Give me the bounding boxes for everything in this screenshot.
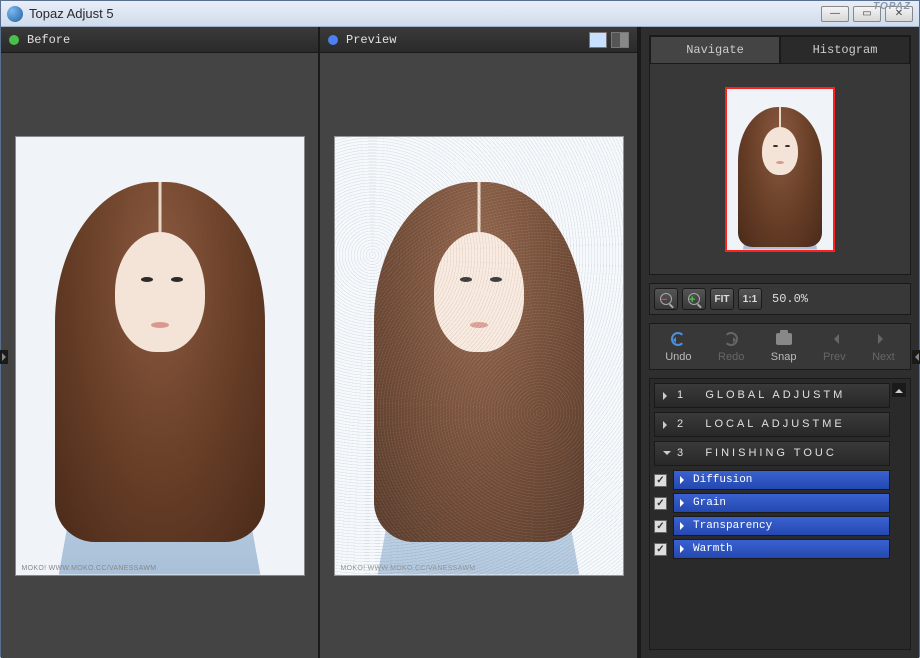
tab-navigate[interactable]: Navigate <box>650 36 780 64</box>
chevron-down-icon <box>663 451 671 459</box>
prev-button[interactable]: Prev <box>823 330 846 363</box>
zoom-level: 50.0% <box>772 292 808 306</box>
subitem-warmth: ✓ Warmth <box>654 539 890 559</box>
checkbox-warmth[interactable]: ✓ <box>654 543 667 556</box>
before-image: MOKO! WWW.MOKO.CC/VANESSAWM <box>15 136 305 576</box>
subitem-grain: ✓ Grain <box>654 493 890 513</box>
tab-histogram[interactable]: Histogram <box>780 36 910 64</box>
chevron-right-icon <box>680 476 688 484</box>
expand-right-icon[interactable] <box>912 350 920 364</box>
watermark: MOKO! WWW.MOKO.CC/VANESSAWM <box>341 565 476 572</box>
zoom-actual-button[interactable]: 1:1 <box>738 288 762 310</box>
undo-icon <box>671 332 685 346</box>
next-button[interactable]: Next <box>872 330 895 363</box>
minimize-button[interactable]: — <box>821 6 849 22</box>
checkbox-transparency[interactable]: ✓ <box>654 520 667 533</box>
subbar-transparency[interactable]: Transparency <box>673 516 890 536</box>
status-dot-icon <box>9 35 19 45</box>
checkbox-diffusion[interactable]: ✓ <box>654 474 667 487</box>
before-viewport[interactable]: MOKO! WWW.MOKO.CC/VANESSAWM <box>1 53 318 658</box>
preview-header: Preview <box>320 27 637 53</box>
app-body: Before MOKO! WWW.MOKO.CC/VANESSAWM Previ… <box>1 27 919 658</box>
chevron-right-icon <box>680 522 688 530</box>
navigator-preview[interactable] <box>650 64 910 274</box>
before-header: Before <box>1 27 318 53</box>
zoom-toolbar: − + FIT 1:1 50.0% <box>649 283 911 315</box>
undo-button[interactable]: Undo <box>665 330 691 363</box>
sidebar: TOPAZ Navigate Histogram − + FIT 1:1 <box>639 27 919 658</box>
app-title: Topaz Adjust 5 <box>29 6 114 21</box>
subbar-diffusion[interactable]: Diffusion <box>673 470 890 490</box>
chevron-right-icon <box>680 545 688 553</box>
subitem-transparency: ✓ Transparency <box>654 516 890 536</box>
before-label: Before <box>27 33 70 47</box>
app-window: Topaz Adjust 5 — ▭ ✕ Before MOKO! WWW.MO… <box>0 0 920 657</box>
section-global[interactable]: 1 GLOBAL ADJUSTM <box>654 383 890 408</box>
section-finishing[interactable]: 3 FINISHING TOUC <box>654 441 890 466</box>
watermark: MOKO! WWW.MOKO.CC/VANESSAWM <box>22 565 157 572</box>
camera-icon <box>776 333 792 345</box>
preview-image: MOKO! WWW.MOKO.CC/VANESSAWM <box>334 136 624 576</box>
view-split-icon[interactable] <box>611 32 629 48</box>
action-toolbar: Undo Redo Snap Prev Next <box>649 323 911 370</box>
chevron-right-icon <box>680 499 688 507</box>
titlebar: Topaz Adjust 5 — ▭ ✕ <box>1 1 919 27</box>
preview-viewport[interactable]: MOKO! WWW.MOKO.CC/VANESSAWM <box>320 53 637 658</box>
zoom-in-button[interactable]: + <box>682 288 706 310</box>
brand-logo: TOPAZ <box>873 1 911 12</box>
preview-label: Preview <box>346 33 396 47</box>
chevron-right-icon <box>878 334 888 344</box>
preview-pane: Preview MOKO! WWW.MOKO.CC/VANESSAWM <box>320 27 639 658</box>
subbar-warmth[interactable]: Warmth <box>673 539 890 559</box>
chevron-right-icon <box>663 392 671 400</box>
view-single-icon[interactable] <box>589 32 607 48</box>
chevron-right-icon <box>663 421 671 429</box>
workspace: Before MOKO! WWW.MOKO.CC/VANESSAWM Previ… <box>1 27 639 658</box>
section-local[interactable]: 2 LOCAL ADJUSTME <box>654 412 890 437</box>
redo-icon <box>724 332 738 346</box>
subbar-grain[interactable]: Grain <box>673 493 890 513</box>
before-pane: Before MOKO! WWW.MOKO.CC/VANESSAWM <box>1 27 320 658</box>
zoom-out-button[interactable]: − <box>654 288 678 310</box>
expand-left-icon[interactable] <box>0 350 8 364</box>
status-dot-icon <box>328 35 338 45</box>
zoom-fit-button[interactable]: FIT <box>710 288 734 310</box>
navigator-panel: Navigate Histogram <box>649 35 911 275</box>
chevron-left-icon <box>829 334 839 344</box>
navigator-thumbnail <box>725 87 835 252</box>
scroll-up-icon[interactable] <box>892 383 906 397</box>
subitem-diffusion: ✓ Diffusion <box>654 470 890 490</box>
redo-button[interactable]: Redo <box>718 330 744 363</box>
checkbox-grain[interactable]: ✓ <box>654 497 667 510</box>
adjustments-panel: 1 GLOBAL ADJUSTM 2 LOCAL ADJUSTME 3 FINI… <box>649 378 911 650</box>
app-icon <box>7 6 23 22</box>
snap-button[interactable]: Snap <box>771 330 797 363</box>
